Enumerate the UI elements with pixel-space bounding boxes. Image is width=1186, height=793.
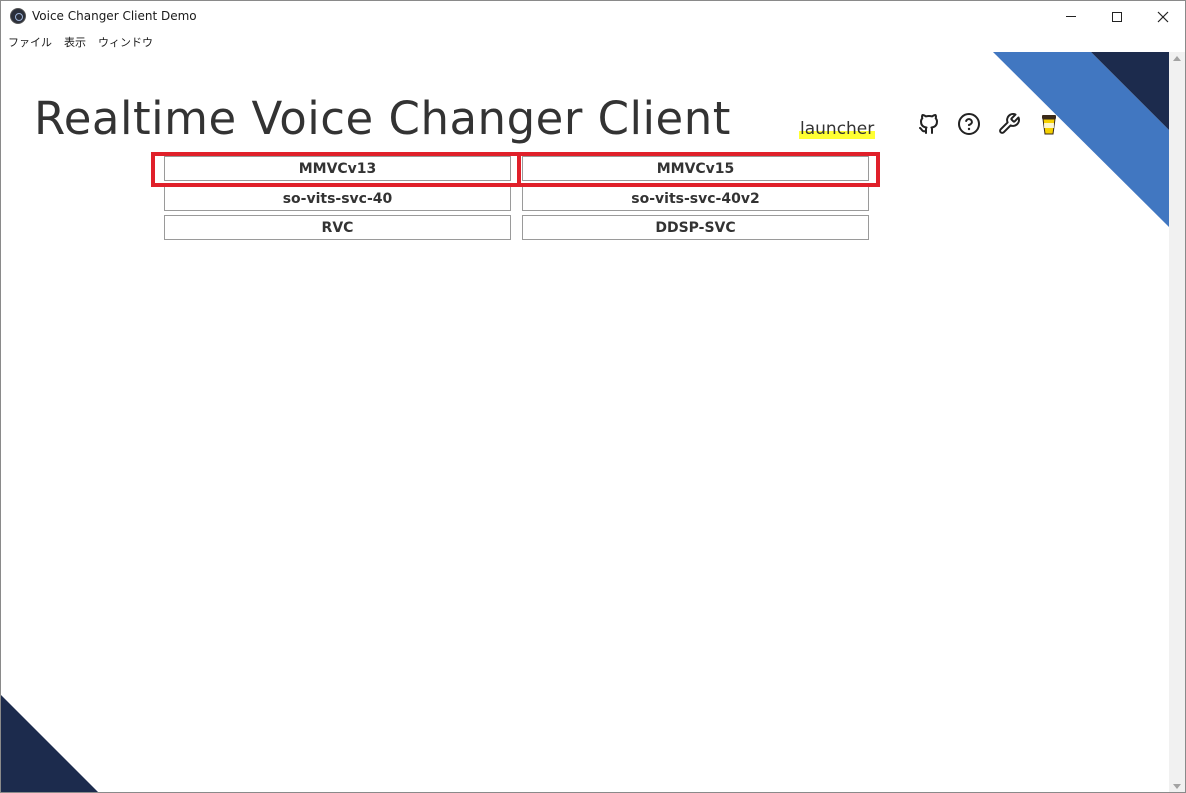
app-window: Voice Changer Client Demo ファイル 表示 ウィンドウ … [0, 0, 1186, 793]
help-button[interactable] [956, 111, 982, 137]
help-icon [958, 113, 980, 135]
model-button-ddsp-svc[interactable]: DDSP-SVC [522, 215, 869, 240]
model-button-so-vits-svc-40[interactable]: so-vits-svc-40 [164, 186, 511, 211]
minimize-button[interactable] [1048, 1, 1094, 32]
scroll-up-arrow-icon[interactable] [1173, 56, 1181, 61]
scroll-down-arrow-icon[interactable] [1173, 784, 1181, 789]
github-icon [919, 114, 938, 134]
close-icon [1157, 11, 1169, 22]
settings-button[interactable] [996, 111, 1022, 137]
window-title: Voice Changer Client Demo [32, 9, 197, 23]
coffee-icon [1042, 115, 1056, 135]
menu-file[interactable]: ファイル [8, 34, 52, 50]
model-button-rvc[interactable]: RVC [164, 215, 511, 240]
menu-window[interactable]: ウィンドウ [98, 34, 153, 50]
coffee-button[interactable] [1036, 111, 1062, 137]
menu-view[interactable]: 表示 [64, 34, 86, 50]
app-icon [10, 8, 26, 24]
wrench-icon [999, 113, 1020, 134]
highlight-box-mmvcv15 [517, 152, 880, 187]
highlight-box-mmvcv13 [151, 152, 521, 187]
close-button[interactable] [1140, 1, 1185, 32]
github-button[interactable] [916, 111, 942, 137]
page-title: Realtime Voice Changer Client [34, 92, 731, 145]
title-bar[interactable]: Voice Changer Client Demo [1, 1, 1185, 32]
minimize-icon [1066, 16, 1076, 17]
model-button-so-vits-svc-40v2[interactable]: so-vits-svc-40v2 [522, 186, 869, 211]
corner-decoration-bottom [1, 695, 98, 792]
launcher-label: launcher [799, 119, 876, 139]
maximize-icon [1112, 11, 1122, 22]
maximize-button[interactable] [1094, 1, 1140, 32]
vertical-scrollbar[interactable] [1169, 52, 1185, 792]
corner-decoration-top [993, 52, 1169, 227]
menu-bar: ファイル 表示 ウィンドウ [1, 32, 1185, 52]
main-content: Realtime Voice Changer Client launcher M… [1, 52, 1169, 792]
